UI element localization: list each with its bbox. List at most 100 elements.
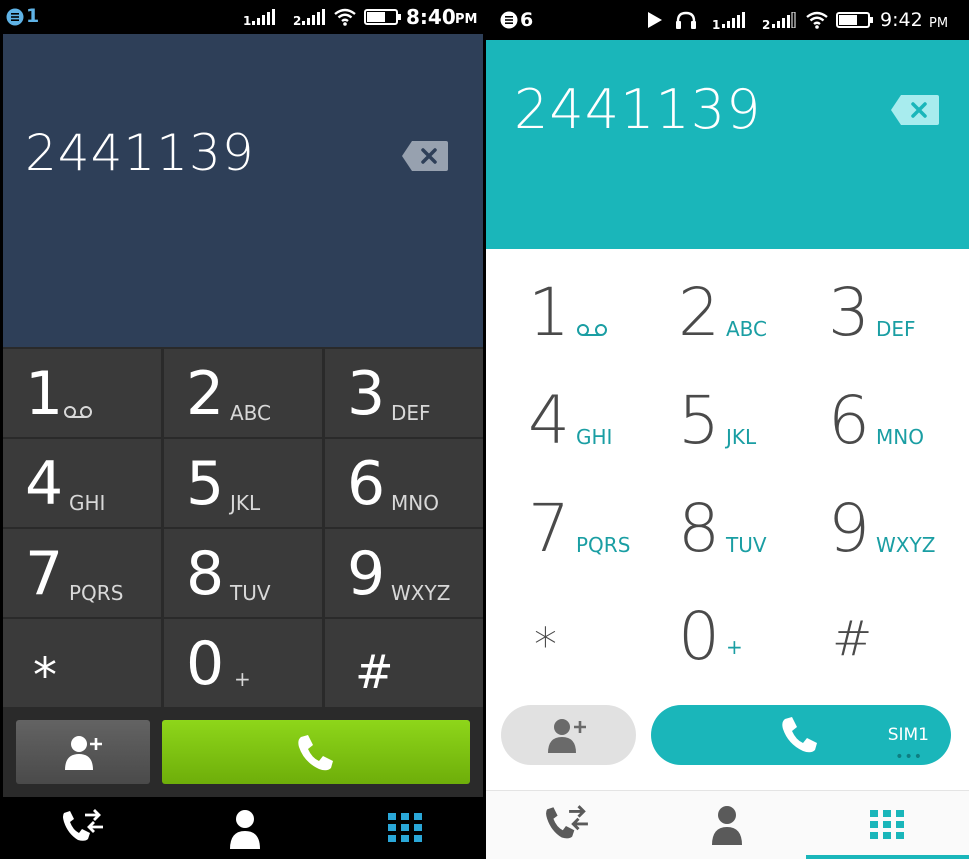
key-letters: WXYZ [391, 581, 451, 605]
signal-sim1-icon [722, 12, 745, 28]
sim-more-indicator: ••• [895, 749, 923, 765]
key-1[interactable]: 1 [3, 349, 161, 437]
key-3[interactable]: 3 DEF [786, 257, 936, 365]
play-icon [648, 12, 662, 28]
key-digit: 6 [347, 449, 386, 519]
active-tab-indicator [806, 855, 969, 859]
contacts-icon[interactable] [229, 809, 261, 849]
key-9[interactable]: 9 WXYZ [786, 473, 936, 581]
key-hash[interactable]: # [786, 581, 936, 689]
sim2-label: 2 [293, 14, 302, 28]
key-8[interactable]: 8 TUV [636, 473, 786, 581]
key-digit: 4 [528, 382, 570, 459]
status-bar: 6 1 2 9:42 PM [486, 0, 969, 40]
key-letters: WXYZ [876, 533, 936, 557]
number-display: 2441139 [3, 34, 483, 347]
key-letters: MNO [391, 491, 439, 515]
key-6[interactable]: 6 MNO [786, 365, 936, 473]
sim2-label: 2 [762, 18, 771, 32]
dialed-number: 2441139 [25, 124, 255, 182]
notification-icon [6, 8, 24, 26]
voicemail-icon [64, 406, 92, 418]
action-bar [3, 707, 483, 797]
key-digit: 4 [25, 449, 64, 519]
call-log-icon[interactable] [544, 805, 590, 845]
key-letters: GHI [576, 425, 613, 449]
key-7[interactable]: 7 PQRS [486, 473, 636, 581]
clock-ampm: PM [455, 12, 478, 27]
key-letters: ABC [230, 401, 272, 425]
number-display: 2441139 [486, 40, 969, 249]
key-digit: 3 [347, 359, 386, 429]
key-letters: + [234, 667, 251, 691]
keypad-icon[interactable] [388, 813, 422, 843]
add-contact-icon [65, 736, 102, 770]
key-0[interactable]: 0 + [164, 619, 322, 707]
call-button[interactable] [162, 720, 470, 784]
wifi-icon [806, 11, 828, 29]
key-letters: DEF [391, 401, 431, 425]
signal-sim2-icon [302, 9, 325, 25]
key-digit: 1 [25, 359, 64, 429]
notification-icon [500, 11, 518, 29]
battery-icon [364, 9, 401, 25]
backspace-icon[interactable] [402, 141, 448, 171]
notification-count: 6 [520, 9, 534, 31]
key-2[interactable]: 2 ABC [164, 349, 322, 437]
key-digit: 9 [828, 490, 870, 567]
clock: 8:40 [406, 5, 456, 29]
key-7[interactable]: 7 PQRS [3, 529, 161, 617]
key-letters: DEF [876, 317, 916, 341]
key-3[interactable]: 3 DEF [325, 349, 483, 437]
key-digit: 0 [186, 629, 225, 699]
key-2[interactable]: 2 ABC [636, 257, 786, 365]
sim1-label: 1 [712, 18, 721, 32]
key-letters: TUV [230, 581, 271, 605]
wifi-icon [334, 8, 356, 26]
add-contact-button[interactable] [16, 720, 150, 784]
status-bar: 1 1 2 8:40 PM [0, 0, 486, 34]
key-5[interactable]: 5 JKL [164, 439, 322, 527]
backspace-icon[interactable] [891, 95, 939, 125]
key-letters: JKL [726, 425, 757, 449]
signal-sim1-icon [252, 9, 275, 25]
keypad: 1 2 ABC 3 DEF 4 GHI 5 JKL 6 MNO 7 PQRS 8… [486, 249, 969, 694]
keypad: 1 2 ABC 3 DEF 4 GHI 5 JKL 6 MNO 7 PQRS 8… [3, 347, 483, 707]
key-letters: MNO [876, 425, 924, 449]
key-letters: GHI [69, 491, 106, 515]
call-button[interactable]: SIM1 ••• [651, 705, 951, 765]
notification-count: 1 [26, 5, 40, 27]
key-8[interactable]: 8 TUV [164, 529, 322, 617]
battery-icon [836, 12, 873, 28]
key-digit: * [534, 618, 557, 672]
contacts-icon[interactable] [711, 805, 743, 845]
key-star[interactable]: * [3, 619, 161, 707]
right-phone-screen: 6 1 2 9:42 PM 2441139 1 2 ABC 3 DEF 4 GH… [486, 0, 969, 859]
key-letters: PQRS [69, 581, 124, 605]
key-0[interactable]: 0 + [636, 581, 786, 689]
key-9[interactable]: 9 WXYZ [325, 529, 483, 617]
key-1[interactable]: 1 [486, 257, 636, 365]
keypad-icon[interactable] [870, 810, 904, 840]
key-4[interactable]: 4 GHI [3, 439, 161, 527]
key-6[interactable]: 6 MNO [325, 439, 483, 527]
call-log-icon[interactable] [61, 809, 105, 847]
key-letters: ABC [726, 317, 768, 341]
key-hash[interactable]: # [325, 619, 483, 707]
key-digit: 1 [528, 274, 570, 351]
key-letters: TUV [726, 533, 767, 557]
key-star[interactable]: * [486, 581, 636, 689]
key-digit: # [832, 611, 873, 667]
key-digit: 0 [678, 598, 720, 675]
key-4[interactable]: 4 GHI [486, 365, 636, 473]
phone-icon [298, 735, 333, 771]
key-5[interactable]: 5 JKL [636, 365, 786, 473]
key-digit: 8 [186, 539, 225, 609]
dialed-number: 2441139 [514, 78, 762, 141]
add-contact-button[interactable] [501, 705, 636, 765]
key-letters: JKL [230, 491, 261, 515]
key-digit: 2 [186, 359, 225, 429]
phone-icon [782, 717, 817, 753]
key-digit: 5 [678, 382, 720, 459]
key-digit: 5 [186, 449, 225, 519]
